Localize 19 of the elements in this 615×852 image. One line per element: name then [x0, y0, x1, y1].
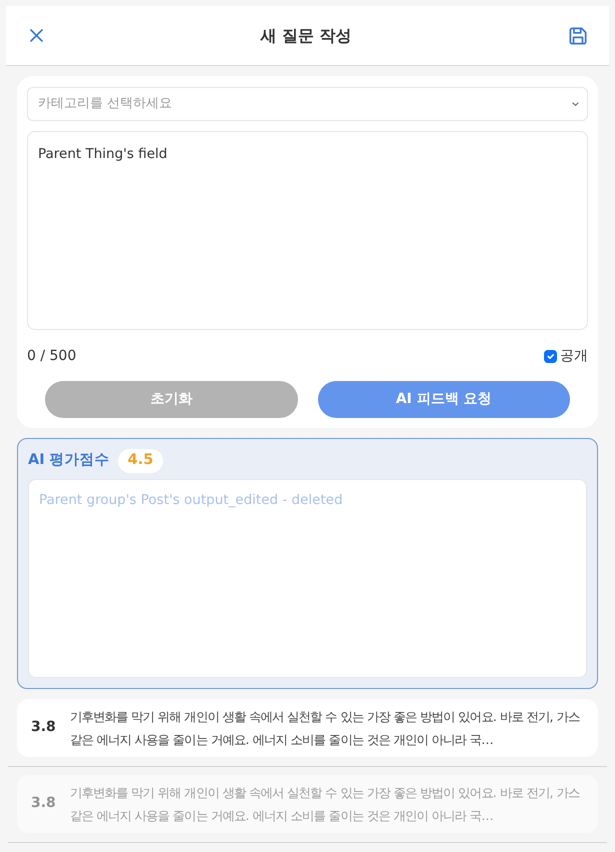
answer-text: 기후변화를 막기 위해 개인이 생활 속에서 실천할 수 있는 가장 좋은 방법이 있어요. 바로 전기, 가스 같은 에너지 사용을 줄이는 거예요. 에너지 소비를 줄이는 것은 개인이 아니라 국…	[70, 708, 581, 749]
save-button[interactable]	[568, 26, 587, 44]
answer-text: 기후변화를 막기 위해 개인이 생활 속에서 실천할 수 있는 가장 좋은 방법이 있어요. 바로 전기, 가스 같은 에너지 사용을 줄이는 거예요. 에너지 소비를 줄이는 것은 개인이 아니라 국…	[70, 784, 581, 825]
public-label[interactable]: 공개	[560, 346, 588, 367]
close-icon	[30, 29, 43, 42]
page-title: 새 질문 작성	[260, 26, 352, 46]
question-input[interactable]: Parent Thing's field	[27, 131, 588, 330]
category-select[interactable]: 카테고리를 선택하세요	[27, 87, 588, 121]
ai-score-title: AI 평가점수	[28, 451, 110, 470]
answer-history-item[interactable]: 3.8 기후변화를 막기 위해 개인이 생활 속에서 실천할 수 있는 가장 좋은 방법이 있어요. 바로 전기, 가스 같은 에너지 사용을 줄이는 거예요. 에너지 소비를 줄이는 것은 개인이 아니라 국…	[17, 698, 598, 757]
ai-score-badge: 4.5	[118, 449, 164, 473]
character-counter: 0 / 500	[27, 347, 76, 366]
public-checkbox[interactable]	[544, 350, 557, 363]
chevron-down-icon	[572, 102, 579, 106]
answer-score: 3.8	[31, 794, 56, 814]
ai-feedback-field[interactable]: Parent group's Post's output_edited - deleted	[28, 478, 587, 678]
action-button[interactable]: AI 피드백 요청	[318, 381, 570, 418]
close-button[interactable]	[30, 29, 43, 42]
answer-score: 3.8	[31, 718, 56, 738]
